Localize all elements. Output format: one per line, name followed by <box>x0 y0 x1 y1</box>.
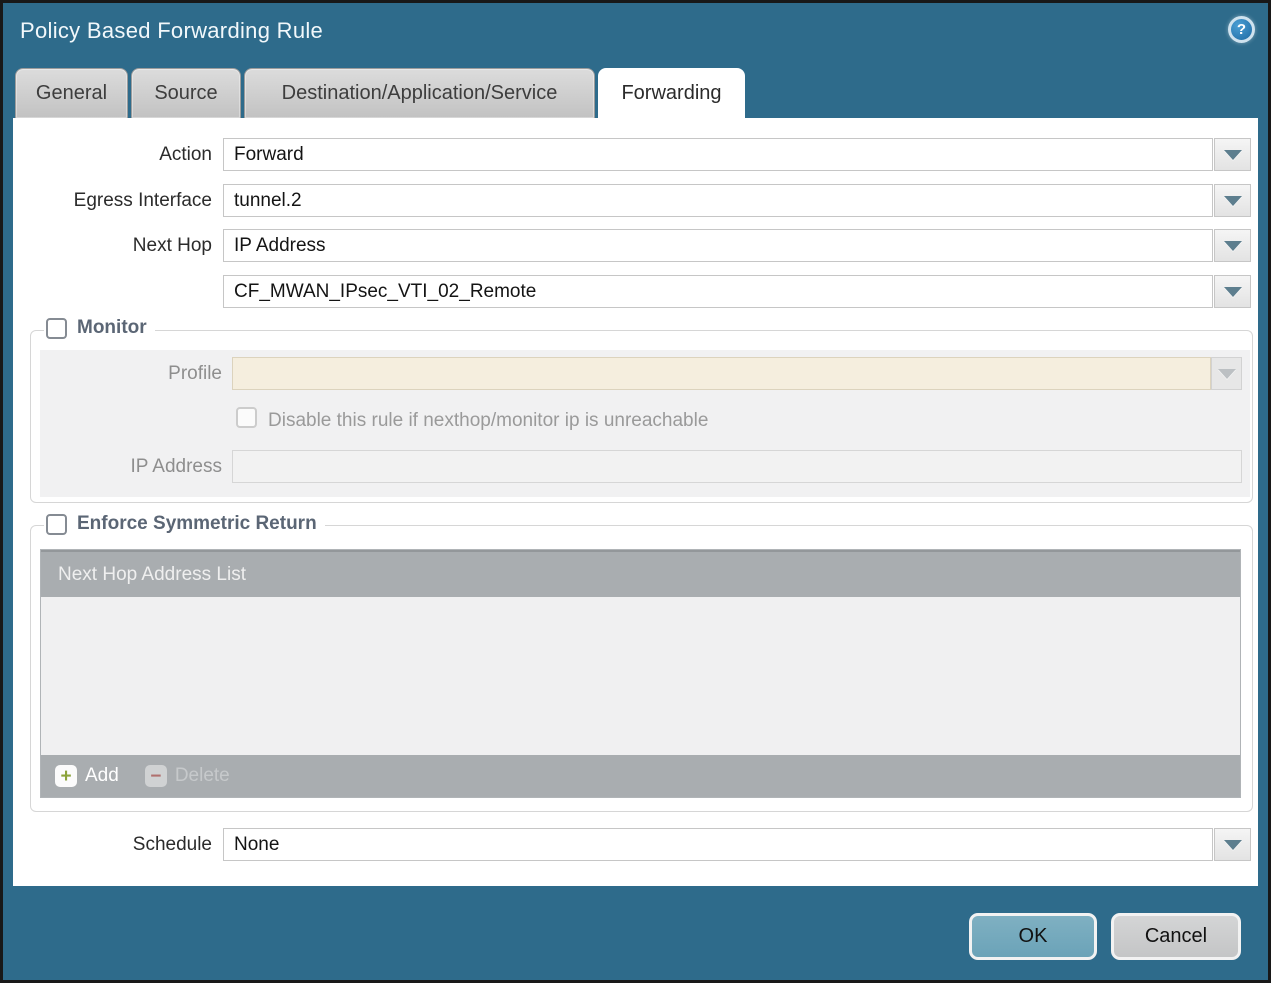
monitor-legend: Monitor <box>44 317 155 339</box>
tab-general[interactable]: General <box>15 68 128 118</box>
egress-interface-label: Egress Interface <box>0 184 212 217</box>
chevron-down-icon <box>1224 840 1242 850</box>
action-select[interactable]: Forward <box>223 138 1213 171</box>
add-button-label: Add <box>85 765 119 787</box>
disable-rule-checkbox <box>236 407 257 428</box>
table-header: Next Hop Address List <box>41 550 1240 597</box>
tab-label: General <box>36 82 107 105</box>
egress-interface-select[interactable]: tunnel.2 <box>223 184 1213 217</box>
profile-dropdown-button <box>1211 357 1242 390</box>
question-glyph: ? <box>1237 21 1246 38</box>
page-title: Policy Based Forwarding Rule <box>20 18 323 44</box>
enforce-symmetric-return-legend: Enforce Symmetric Return <box>44 513 325 535</box>
egress-interface-dropdown-button[interactable] <box>1214 184 1251 217</box>
cancel-button[interactable]: Cancel <box>1111 913 1241 960</box>
tab-forwarding[interactable]: Forwarding <box>598 68 745 118</box>
tab-label: Source <box>154 82 217 105</box>
table-body <box>41 597 1240 755</box>
monitor-checkbox[interactable] <box>46 318 67 339</box>
add-button[interactable]: + Add <box>55 765 119 787</box>
next-hop-type-dropdown-button[interactable] <box>1214 229 1251 262</box>
chevron-down-icon <box>1218 369 1236 379</box>
enforce-symmetric-return-checkbox[interactable] <box>46 514 67 535</box>
minus-icon: − <box>145 765 167 787</box>
schedule-select[interactable]: None <box>223 828 1213 861</box>
disable-rule-label: Disable this rule if nexthop/monitor ip … <box>268 409 708 433</box>
tab-destination-application-service[interactable]: Destination/Application/Service <box>244 68 595 118</box>
schedule-label: Schedule <box>0 828 212 861</box>
next-hop-address-dropdown-button[interactable] <box>1214 275 1251 308</box>
next-hop-type-select[interactable]: IP Address <box>223 229 1213 262</box>
plus-icon: + <box>55 765 77 787</box>
ip-address-input <box>232 450 1242 483</box>
table-header-label: Next Hop Address List <box>58 564 246 586</box>
chevron-down-icon <box>1224 150 1242 160</box>
table-footer: + Add − Delete <box>41 755 1240 797</box>
ok-button[interactable]: OK <box>969 913 1097 960</box>
delete-button-label: Delete <box>175 765 230 787</box>
profile-select <box>232 357 1211 390</box>
profile-label: Profile <box>0 357 222 390</box>
chevron-down-icon <box>1224 241 1242 251</box>
enforce-symmetric-return-legend-label: Enforce Symmetric Return <box>77 513 317 535</box>
action-label: Action <box>0 138 212 171</box>
action-dropdown-button[interactable] <box>1214 138 1251 171</box>
ok-button-label: OK <box>1019 925 1048 948</box>
pbf-rule-dialog: Policy Based Forwarding Rule ? General S… <box>0 0 1271 983</box>
next-hop-address-select[interactable]: CF_MWAN_IPsec_VTI_02_Remote <box>223 275 1213 308</box>
cancel-button-label: Cancel <box>1145 925 1207 948</box>
chevron-down-icon <box>1224 287 1242 297</box>
tab-label: Forwarding <box>621 82 721 105</box>
tab-source[interactable]: Source <box>131 68 241 118</box>
help-icon[interactable]: ? <box>1228 16 1255 43</box>
tab-label: Destination/Application/Service <box>282 82 558 105</box>
next-hop-label: Next Hop <box>0 229 212 262</box>
chevron-down-icon <box>1224 196 1242 206</box>
schedule-dropdown-button[interactable] <box>1214 828 1251 861</box>
ip-address-label: IP Address <box>0 450 222 483</box>
delete-button: − Delete <box>145 765 230 787</box>
next-hop-address-table: Next Hop Address List + Add − Delete <box>40 549 1241 798</box>
monitor-legend-label: Monitor <box>77 317 147 339</box>
